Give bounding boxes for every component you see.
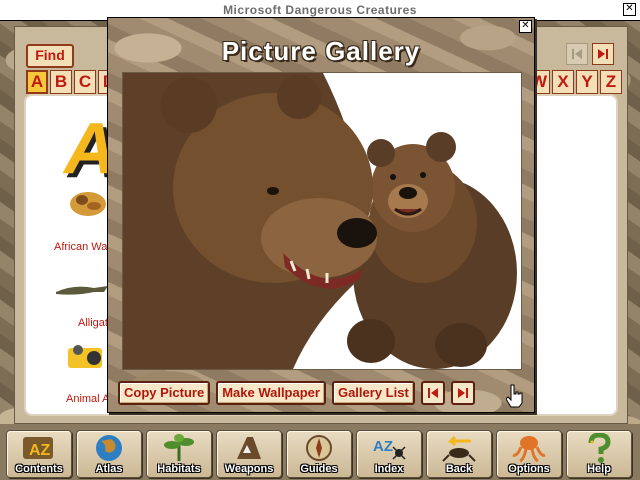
guides-label: Guides xyxy=(300,463,338,475)
scorpion-back-icon xyxy=(442,435,476,462)
back-label: Back xyxy=(445,463,473,475)
gallery-photo xyxy=(122,72,522,370)
help-button[interactable]: Help xyxy=(566,430,632,478)
prev-arrow-icon xyxy=(572,49,582,59)
letter-tab-a[interactable]: A xyxy=(26,70,48,94)
options-label: Options xyxy=(508,463,550,475)
prev-page-button[interactable] xyxy=(566,43,588,65)
gallery-list-button[interactable]: Gallery List xyxy=(331,381,415,405)
weapons-label: Weapons xyxy=(224,463,274,475)
alphabet-nav-left: A B C D xyxy=(26,70,120,94)
close-up-bear xyxy=(123,73,377,369)
hand-cursor-icon xyxy=(506,384,523,408)
back-button[interactable]: Back xyxy=(426,430,492,478)
atlas-button[interactable]: Atlas xyxy=(76,430,142,478)
letter-tab-z[interactable]: Z xyxy=(600,70,622,94)
weapons-icon xyxy=(237,437,261,459)
alphabet-nav-right: W X Y Z xyxy=(528,70,622,94)
guides-button[interactable]: Guides xyxy=(286,430,352,478)
snake-question-icon xyxy=(588,433,611,463)
copy-picture-button[interactable]: Copy Picture xyxy=(118,381,211,405)
atlas-label: Atlas xyxy=(95,463,123,475)
letter-tab-x[interactable]: X xyxy=(552,70,574,94)
index-label: Index xyxy=(374,463,404,475)
compass-icon xyxy=(306,435,332,461)
next-page-button[interactable] xyxy=(592,43,614,65)
contents-button[interactable]: AZ Contents xyxy=(6,430,72,478)
habitats-button[interactable]: Habitats xyxy=(146,430,212,478)
gallery-title: Picture Gallery xyxy=(221,36,421,66)
plant-icon xyxy=(164,434,194,461)
letter-tab-c[interactable]: C xyxy=(74,70,96,94)
picture-gallery-window: ✕ Picture Gallery Copy Picture Make Wall… xyxy=(107,17,535,413)
octopus-icon xyxy=(512,436,546,463)
make-wallpaper-button[interactable]: Make Wallpaper xyxy=(216,381,326,405)
app-close-icon[interactable]: ✕ xyxy=(623,3,636,16)
next-arrow-icon xyxy=(598,49,608,59)
contents-label: Contents xyxy=(15,463,63,475)
find-button[interactable]: Find xyxy=(26,44,74,68)
alligator-thumbnail[interactable] xyxy=(54,280,110,300)
african-wasp-thumbnail[interactable] xyxy=(66,184,110,224)
contents-az-icon: AZ xyxy=(23,437,53,459)
letter-tab-b[interactable]: B xyxy=(50,70,72,94)
gallery-next-button[interactable] xyxy=(450,381,475,405)
globe-icon xyxy=(96,435,122,461)
svg-text:AZ: AZ xyxy=(29,442,51,459)
entry-african-wasp[interactable]: African Wa xyxy=(54,241,107,253)
options-button[interactable]: Options xyxy=(496,430,562,478)
help-label: Help xyxy=(587,463,611,475)
gallery-toolbar: Copy Picture Make Wallpaper Gallery List xyxy=(118,381,475,405)
gallery-close-icon[interactable]: ✕ xyxy=(519,20,532,33)
prev-arrow-icon xyxy=(427,388,438,398)
next-arrow-icon xyxy=(457,388,468,398)
page-nav xyxy=(566,43,614,65)
az-spider-icon: AZ xyxy=(373,438,406,460)
animal-attack-thumbnail[interactable] xyxy=(64,336,108,376)
weapons-button[interactable]: Weapons xyxy=(216,430,282,478)
gallery-prev-button[interactable] xyxy=(420,381,445,405)
entry-animal-attack[interactable]: Animal A xyxy=(66,393,109,405)
habitats-label: Habitats xyxy=(157,463,201,475)
grizzly-bears-photo xyxy=(123,73,517,369)
app-title: Microsoft Dangerous Creatures xyxy=(223,3,417,17)
letter-tab-y[interactable]: Y xyxy=(576,70,598,94)
svg-text:AZ: AZ xyxy=(373,438,393,455)
entry-alligator[interactable]: Alligat xyxy=(78,317,108,329)
index-button[interactable]: AZ Index xyxy=(356,430,422,478)
